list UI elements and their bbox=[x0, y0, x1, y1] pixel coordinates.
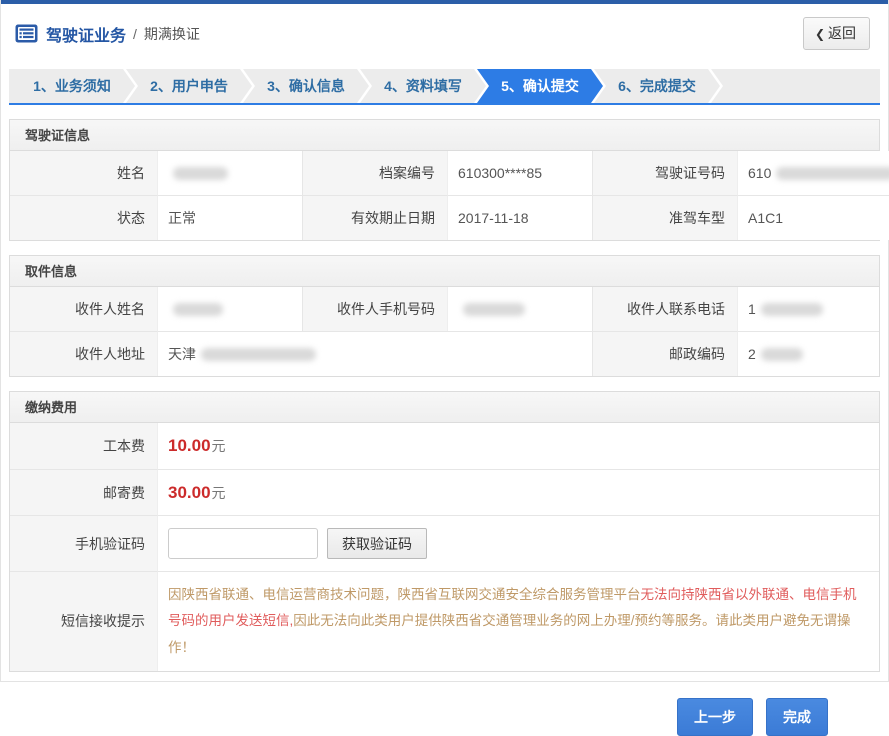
field-value-vehicle-class: A1C1 bbox=[737, 195, 889, 240]
back-button[interactable]: ❮返回 bbox=[803, 17, 870, 50]
redacted-value bbox=[201, 348, 316, 361]
section-title-pickup: 取件信息 bbox=[10, 256, 879, 287]
field-label-recipient-mobile: 收件人手机号码 bbox=[302, 287, 447, 331]
field-value-file-number: 610300****85 bbox=[447, 151, 592, 195]
field-label-license-number: 驾驶证号码 bbox=[592, 151, 737, 195]
wizard-steps: 1、业务须知 2、用户申告 3、确认信息 4、资料填写 5、确认提交 6、完成提… bbox=[9, 69, 880, 105]
step-2-user-declaration: 2、用户申告 bbox=[126, 69, 252, 103]
sms-code-input[interactable] bbox=[168, 528, 318, 559]
field-value-recipient-address: 天津 bbox=[157, 331, 592, 376]
page-title: 驾驶证业务 bbox=[46, 22, 126, 46]
license-info-table: 姓名 档案编号 610300****85 驾驶证号码 610 状态 正常 有效期… bbox=[10, 151, 879, 240]
redacted-value bbox=[463, 303, 525, 316]
fee-unit: 元 bbox=[212, 436, 226, 456]
field-label-recipient-phone: 收件人联系电话 bbox=[592, 287, 737, 331]
get-sms-code-button[interactable]: 获取验证码 bbox=[327, 528, 427, 559]
field-label-sms-code: 手机验证码 bbox=[10, 515, 157, 571]
fee-amount: 10.00 bbox=[168, 436, 211, 456]
field-label-sms-notice: 短信接收提示 bbox=[10, 571, 157, 671]
redacted-value bbox=[776, 167, 889, 180]
page: 驾驶证业务 / 期满换证 ❮返回 1、业务须知 2、用户申告 3、确认信息 4、… bbox=[0, 0, 889, 682]
field-label-vehicle-class: 准驾车型 bbox=[592, 195, 737, 240]
section-pickup-info: 取件信息 收件人姓名 收件人手机号码 收件人联系电话 1 收件人地址 天津 邮政… bbox=[9, 255, 880, 377]
field-value-recipient-name bbox=[157, 287, 302, 331]
chevron-left-icon: ❮ bbox=[815, 27, 825, 41]
step-6-complete-submit: 6、完成提交 bbox=[594, 69, 720, 103]
breadcrumb-divider: / bbox=[133, 26, 137, 42]
field-label-postal-code: 邮政编码 bbox=[592, 331, 737, 376]
sms-code-field-cell: 获取验证码 bbox=[157, 515, 879, 571]
finish-button[interactable]: 完成 bbox=[766, 698, 828, 736]
form-list-icon bbox=[15, 24, 38, 43]
field-value-status: 正常 bbox=[157, 195, 302, 240]
field-value-recipient-mobile bbox=[447, 287, 592, 331]
field-label-production-fee: 工本费 bbox=[10, 423, 157, 469]
section-payment-fees: 缴纳费用 工本费 10.00元 邮寄费 30.00元 手机验证码 获取验证码 短… bbox=[9, 391, 880, 672]
step-1-business-notice: 1、业务须知 bbox=[9, 69, 135, 103]
fee-amount: 30.00 bbox=[168, 483, 211, 503]
redacted-value bbox=[173, 167, 228, 180]
fee-unit: 元 bbox=[212, 483, 226, 503]
field-value-license-number: 610 bbox=[737, 151, 889, 195]
field-value-postal-code: 2 bbox=[737, 331, 879, 376]
step-4-fill-data: 4、资料填写 bbox=[360, 69, 486, 103]
section-license-info: 驾驶证信息 姓名 档案编号 610300****85 驾驶证号码 610 状态 … bbox=[9, 119, 880, 241]
step-5-confirm-submit-active: 5、确认提交 bbox=[477, 69, 603, 103]
page-header: 驾驶证业务 / 期满换证 ❮返回 bbox=[1, 4, 888, 63]
previous-step-button[interactable]: 上一步 bbox=[677, 698, 753, 736]
footer-actions: 上一步 完成 bbox=[1, 698, 828, 736]
field-value-recipient-phone: 1 bbox=[737, 287, 879, 331]
sms-notice-text: 因陕西省联通、电信运营商技术问题，陕西省互联网交通安全综合服务管理平台无法向持陕… bbox=[168, 587, 857, 655]
field-label-name: 姓名 bbox=[10, 151, 157, 195]
notice-text-normal: 因陕西省联通、电信运营商技术问题，陕西省互联网交通安全综合服务管理平台 bbox=[168, 587, 641, 602]
field-label-postage-fee: 邮寄费 bbox=[10, 469, 157, 515]
sms-notice-cell: 因陕西省联通、电信运营商技术问题，陕西省互联网交通安全综合服务管理平台无法向持陕… bbox=[157, 571, 879, 671]
payment-table: 工本费 10.00元 邮寄费 30.00元 手机验证码 获取验证码 短信接收提示… bbox=[10, 423, 879, 671]
redacted-value bbox=[761, 348, 803, 361]
section-title-license: 驾驶证信息 bbox=[10, 120, 879, 151]
field-label-expiry-date: 有效期止日期 bbox=[302, 195, 447, 240]
back-button-label: 返回 bbox=[828, 25, 856, 41]
field-value-production-fee: 10.00元 bbox=[157, 423, 879, 469]
pickup-info-table: 收件人姓名 收件人手机号码 收件人联系电话 1 收件人地址 天津 邮政编码 2 bbox=[10, 287, 879, 376]
section-title-payment: 缴纳费用 bbox=[10, 392, 879, 423]
breadcrumb-current: 期满换证 bbox=[144, 24, 200, 44]
field-label-status: 状态 bbox=[10, 195, 157, 240]
redacted-value bbox=[761, 303, 823, 316]
field-value-expiry-date: 2017-11-18 bbox=[447, 195, 592, 240]
redacted-value bbox=[173, 303, 223, 316]
field-label-recipient-name: 收件人姓名 bbox=[10, 287, 157, 331]
field-value-name bbox=[157, 151, 302, 195]
step-3-confirm-info: 3、确认信息 bbox=[243, 69, 369, 103]
field-label-recipient-address: 收件人地址 bbox=[10, 331, 157, 376]
field-value-postage-fee: 30.00元 bbox=[157, 469, 879, 515]
wizard-steps-tail bbox=[711, 69, 880, 103]
field-label-file-number: 档案编号 bbox=[302, 151, 447, 195]
